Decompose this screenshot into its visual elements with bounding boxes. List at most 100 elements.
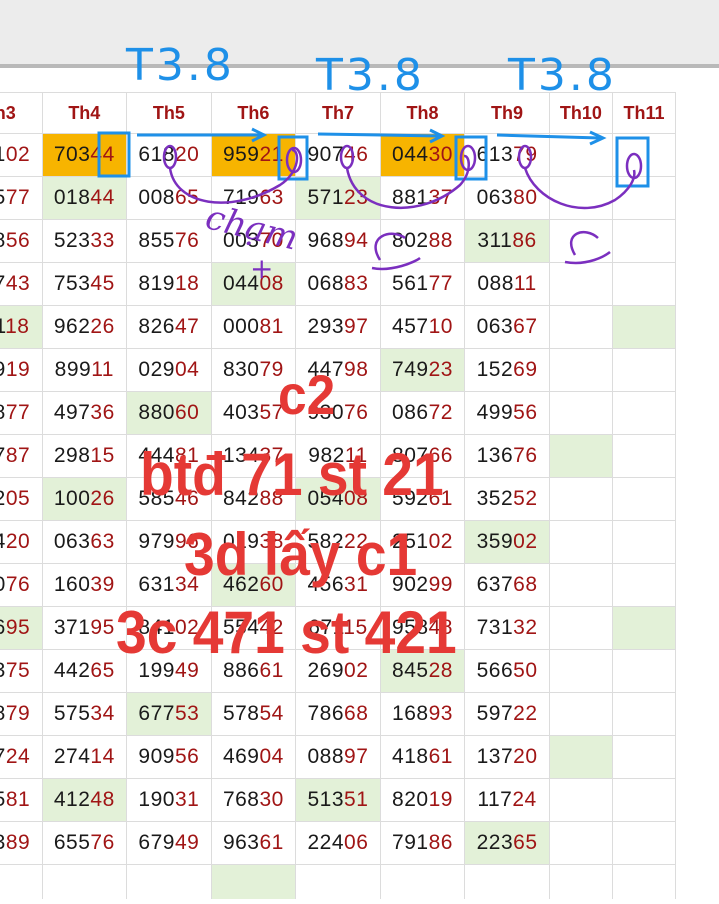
result-cell[interactable]: 27414 [41, 735, 128, 779]
result-cell[interactable] [548, 219, 613, 263]
result-cell[interactable]: 52333 [41, 219, 128, 263]
result-cell[interactable]: 93076 [295, 391, 381, 435]
result-cell[interactable] [548, 477, 613, 521]
result-cell[interactable] [548, 305, 613, 349]
result-cell[interactable]: 59420 [0, 520, 43, 564]
result-cell[interactable] [548, 176, 613, 220]
result-cell[interactable] [611, 348, 677, 392]
result-cell[interactable]: 77879 [0, 692, 43, 736]
result-cell[interactable]: 79186 [379, 821, 466, 865]
result-cell[interactable]: 13676 [464, 434, 550, 478]
result-cell[interactable]: 90746 [295, 133, 381, 177]
result-cell[interactable] [611, 606, 677, 650]
result-cell[interactable]: 65576 [41, 821, 128, 865]
result-cell[interactable]: 51351 [295, 778, 381, 822]
result-cell[interactable]: 82019 [379, 778, 466, 822]
result-cell[interactable] [611, 692, 677, 736]
result-cell[interactable]: 80766 [379, 434, 466, 478]
result-cell[interactable]: 89911 [41, 348, 128, 392]
result-cell[interactable]: 96226 [41, 305, 128, 349]
result-cell[interactable]: 56650 [464, 649, 550, 693]
result-cell[interactable]: 96361 [210, 821, 297, 865]
result-cell[interactable]: 74923 [379, 348, 466, 392]
column-header-th9[interactable]: Th9 [464, 92, 550, 134]
result-cell[interactable] [548, 606, 613, 650]
result-cell[interactable] [548, 778, 613, 822]
result-cell[interactable]: 91787 [0, 434, 43, 478]
result-cell[interactable] [611, 391, 677, 435]
column-header-th6[interactable]: Th6 [210, 92, 297, 134]
result-cell[interactable]: 71963 [210, 176, 297, 220]
result-cell[interactable]: 29397 [295, 305, 381, 349]
result-cell[interactable]: 59261 [379, 477, 466, 521]
result-cell[interactable]: 30581 [0, 778, 43, 822]
result-cell[interactable]: 61577 [0, 176, 43, 220]
result-cell[interactable] [611, 219, 677, 263]
result-cell[interactable] [548, 262, 613, 306]
result-cell[interactable]: 70344 [41, 133, 128, 177]
result-cell[interactable]: 59722 [464, 692, 550, 736]
result-cell[interactable]: 40357 [210, 391, 297, 435]
result-cell[interactable]: 08672 [379, 391, 466, 435]
result-cell[interactable]: 76830 [210, 778, 297, 822]
result-cell[interactable] [0, 864, 43, 899]
result-cell[interactable]: 08811 [464, 262, 550, 306]
result-cell[interactable]: 57534 [41, 692, 128, 736]
result-cell[interactable] [611, 176, 677, 220]
result-cell[interactable] [611, 735, 677, 779]
result-cell[interactable]: 35919 [0, 348, 43, 392]
result-cell[interactable]: 82647 [126, 305, 212, 349]
result-cell[interactable]: 25102 [379, 520, 466, 564]
result-cell[interactable]: 46260 [210, 563, 297, 607]
column-header-th3[interactable]: Th3 [0, 92, 43, 134]
result-cell[interactable]: 22406 [295, 821, 381, 865]
result-cell[interactable]: 08897 [295, 735, 381, 779]
result-cell[interactable]: 85576 [126, 219, 212, 263]
result-cell[interactable] [464, 864, 550, 899]
result-cell[interactable]: 41861 [379, 735, 466, 779]
result-cell[interactable]: 90956 [126, 735, 212, 779]
result-cell[interactable] [548, 735, 613, 779]
result-cell[interactable]: 58076 [0, 563, 43, 607]
result-cell[interactable]: 57123 [295, 176, 381, 220]
result-cell[interactable]: 88060 [126, 391, 212, 435]
result-cell[interactable] [611, 262, 677, 306]
column-header-th7[interactable]: Th7 [295, 92, 381, 134]
result-cell[interactable] [548, 391, 613, 435]
result-cell[interactable] [611, 305, 677, 349]
result-cell[interactable] [611, 133, 677, 177]
result-cell[interactable]: 96894 [295, 219, 381, 263]
result-cell[interactable]: 31186 [464, 219, 550, 263]
result-cell[interactable]: 63134 [126, 563, 212, 607]
result-cell[interactable]: 16039 [41, 563, 128, 607]
result-cell[interactable] [548, 821, 613, 865]
result-cell[interactable]: 37195 [41, 606, 128, 650]
result-cell[interactable]: 00865 [126, 176, 212, 220]
result-cell[interactable]: 97996 [126, 520, 212, 564]
result-cell[interactable]: 49736 [41, 391, 128, 435]
result-cell[interactable]: 67949 [126, 821, 212, 865]
result-cell[interactable]: 56177 [379, 262, 466, 306]
result-cell[interactable]: 84288 [210, 477, 297, 521]
result-cell[interactable]: 16893 [379, 692, 466, 736]
result-cell[interactable]: 04430 [379, 133, 466, 177]
result-cell[interactable]: 44481 [126, 434, 212, 478]
result-cell[interactable]: 80288 [379, 219, 466, 263]
column-header-th4[interactable]: Th4 [41, 92, 128, 134]
result-cell[interactable]: 19949 [126, 649, 212, 693]
result-cell[interactable]: 00081 [210, 305, 297, 349]
result-cell[interactable]: 15269 [464, 348, 550, 392]
result-cell[interactable]: 06367 [464, 305, 550, 349]
result-cell[interactable] [611, 563, 677, 607]
result-cell[interactable]: 73132 [464, 606, 550, 650]
result-cell[interactable]: 57854 [210, 692, 297, 736]
result-cell[interactable] [611, 821, 677, 865]
column-header-th11[interactable]: Th11 [611, 92, 677, 134]
result-cell[interactable]: 45710 [379, 305, 466, 349]
result-cell[interactable] [295, 864, 381, 899]
result-cell[interactable]: 41248 [41, 778, 128, 822]
result-cell[interactable]: 19031 [126, 778, 212, 822]
result-cell[interactable] [41, 864, 128, 899]
result-cell[interactable] [548, 864, 613, 899]
result-cell[interactable] [611, 434, 677, 478]
